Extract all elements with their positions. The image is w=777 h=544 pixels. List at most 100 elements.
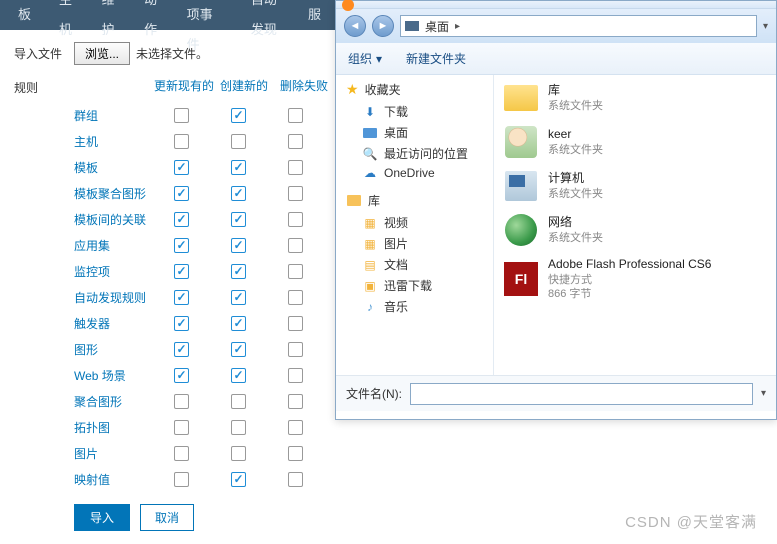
checkbox[interactable] [231, 420, 246, 435]
checkbox[interactable] [174, 186, 189, 201]
chevron-down-icon[interactable]: ▾ [763, 21, 768, 32]
rule-row: 应用集 [0, 232, 335, 258]
checkbox[interactable] [288, 264, 303, 279]
sidebar-item-recent[interactable]: 🔍最近访问的位置 [346, 143, 493, 164]
sidebar-item-downloads[interactable]: ⬇下载 [346, 101, 493, 122]
checkbox[interactable] [288, 420, 303, 435]
libraries-head[interactable]: 库 [346, 192, 493, 209]
checkbox[interactable] [174, 290, 189, 305]
checkbox[interactable] [288, 446, 303, 461]
checkbox[interactable] [174, 316, 189, 331]
sidebar-item-desktop[interactable]: 桌面 [346, 122, 493, 143]
rule-name[interactable]: 主机 [74, 133, 166, 150]
checkbox[interactable] [174, 238, 189, 253]
sidebar-item-video[interactable]: ▦视频 [346, 212, 493, 233]
nav-item[interactable]: 主机 [45, 0, 88, 45]
checkbox[interactable] [174, 160, 189, 175]
checkbox[interactable] [231, 472, 246, 487]
checkbox[interactable] [288, 212, 303, 227]
sidebar-item-pictures[interactable]: ▦图片 [346, 233, 493, 254]
rule-name[interactable]: Web 场景 [74, 367, 166, 384]
checkbox[interactable] [231, 186, 246, 201]
checkbox[interactable] [288, 342, 303, 357]
checkbox[interactable] [288, 186, 303, 201]
rule-row: 模板间的关联 [0, 206, 335, 232]
nav-item[interactable]: 动作 [130, 0, 173, 45]
checkbox[interactable] [174, 134, 189, 149]
checkbox[interactable] [288, 368, 303, 383]
checkbox[interactable] [231, 368, 246, 383]
sidebar-item-xunlei[interactable]: ▣迅雷下载 [346, 275, 493, 296]
file-item[interactable]: keer系统文件夹 [500, 123, 770, 161]
chevron-down-icon[interactable]: ▾ [761, 388, 766, 399]
rule-name[interactable]: 拓扑图 [74, 419, 166, 436]
flash-icon: Fl [502, 262, 540, 296]
file-item[interactable]: FlAdobe Flash Professional CS6快捷方式866 字节 [500, 255, 770, 303]
checkbox[interactable] [174, 212, 189, 227]
rule-name[interactable]: 自动发现规则 [74, 289, 166, 306]
checkbox[interactable] [288, 394, 303, 409]
checkbox[interactable] [174, 446, 189, 461]
checkbox[interactable] [288, 108, 303, 123]
checkbox[interactable] [288, 160, 303, 175]
rule-name[interactable]: 聚合图形 [74, 393, 166, 410]
filename-input[interactable] [410, 383, 753, 405]
checkbox[interactable] [231, 264, 246, 279]
sidebar-item-onedrive[interactable]: ☁OneDrive [346, 164, 493, 182]
rule-name[interactable]: 触发器 [74, 315, 166, 332]
computer-icon [502, 169, 540, 203]
nav-forward-icon[interactable]: ► [372, 15, 394, 37]
checkbox[interactable] [288, 472, 303, 487]
sidebar-item-documents[interactable]: ▤文档 [346, 254, 493, 275]
rule-name[interactable]: 映射值 [74, 471, 166, 488]
checkbox[interactable] [288, 290, 303, 305]
checkbox[interactable] [288, 316, 303, 331]
checkbox[interactable] [231, 342, 246, 357]
cancel-button[interactable]: 取消 [140, 504, 194, 531]
checkbox[interactable] [231, 316, 246, 331]
new-folder-button[interactable]: 新建文件夹 [406, 50, 466, 67]
path-box[interactable]: 桌面 ▸ [400, 15, 757, 37]
checkbox[interactable] [174, 420, 189, 435]
file-item[interactable]: 网络系统文件夹 [500, 211, 770, 249]
rule-name[interactable]: 应用集 [74, 237, 166, 254]
nav-item[interactable]: 板 [4, 0, 45, 30]
checkbox[interactable] [174, 108, 189, 123]
nav-item[interactable]: 维护 [88, 0, 131, 45]
rule-name[interactable]: 群组 [74, 107, 166, 124]
browse-button[interactable]: 浏览... [74, 42, 130, 65]
checkbox[interactable] [174, 342, 189, 357]
file-item[interactable]: 库系统文件夹 [500, 79, 770, 117]
import-button[interactable]: 导入 [74, 504, 130, 531]
checkbox[interactable] [231, 394, 246, 409]
favorites-head[interactable]: ★收藏夹 [346, 81, 493, 98]
nav-back-icon[interactable]: ◄ [344, 15, 366, 37]
checkbox[interactable] [231, 238, 246, 253]
checkbox[interactable] [231, 212, 246, 227]
rule-name[interactable]: 模板 [74, 159, 166, 176]
checkbox[interactable] [174, 368, 189, 383]
checkbox[interactable] [231, 290, 246, 305]
checkbox[interactable] [231, 134, 246, 149]
item-title: Adobe Flash Professional CS6 [548, 257, 711, 273]
checkbox[interactable] [174, 264, 189, 279]
organize-button[interactable]: 组织 ▾ [348, 50, 382, 67]
checkbox[interactable] [174, 472, 189, 487]
rule-name[interactable]: 图片 [74, 445, 166, 462]
nav-item[interactable]: 服 [294, 0, 335, 30]
item-subtitle: 系统文件夹 [548, 143, 603, 157]
rule-name[interactable]: 模板间的关联 [74, 211, 166, 228]
checkbox[interactable] [174, 394, 189, 409]
checkbox[interactable] [288, 238, 303, 253]
checkbox[interactable] [231, 160, 246, 175]
rule-name[interactable]: 图形 [74, 341, 166, 358]
nav-item[interactable]: 自动发现 [237, 0, 294, 45]
checkbox[interactable] [288, 134, 303, 149]
sidebar-item-music[interactable]: ♪音乐 [346, 296, 493, 317]
rule-name[interactable]: 监控项 [74, 263, 166, 280]
chevron-right-icon[interactable]: ▸ [455, 21, 460, 32]
checkbox[interactable] [231, 108, 246, 123]
rule-name[interactable]: 模板聚合图形 [74, 185, 166, 202]
file-item[interactable]: 计算机系统文件夹 [500, 167, 770, 205]
checkbox[interactable] [231, 446, 246, 461]
